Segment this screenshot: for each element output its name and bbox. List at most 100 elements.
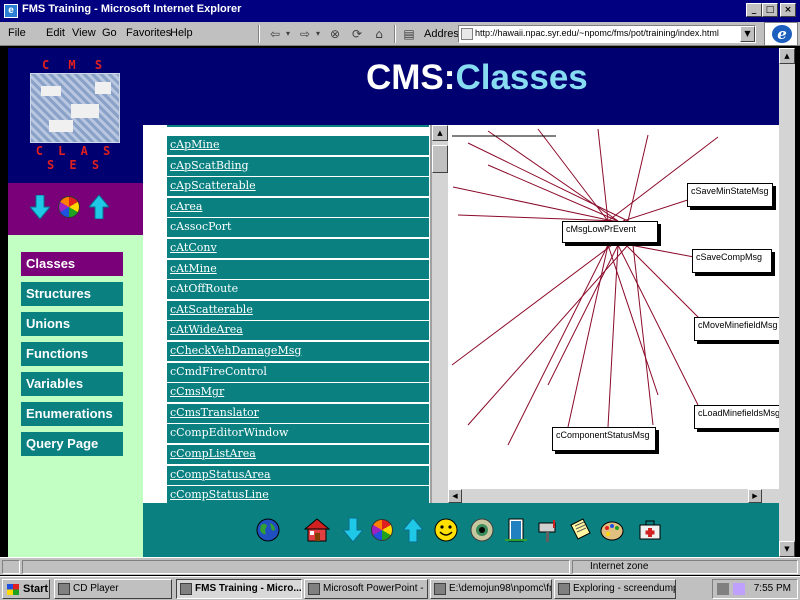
tray-app-icon[interactable] <box>733 583 745 595</box>
toolbar-separator <box>258 25 260 43</box>
scroll-right-icon[interactable]: ▶ <box>748 489 762 503</box>
menu-help[interactable]: Help <box>170 27 193 39</box>
scroll-up-icon[interactable]: ▲ <box>779 48 795 64</box>
ie-logo-icon: e <box>764 22 798 46</box>
diagram-node[interactable]: cLoadMinefieldsMsg <box>694 405 779 429</box>
forward-arrow-icon[interactable]: ⇨ <box>296 25 314 43</box>
up-arrow-icon[interactable] <box>403 517 423 543</box>
status-bar: Internet zone <box>0 557 800 575</box>
nav-icon-strip <box>8 183 143 235</box>
menu-file[interactable]: File <box>8 27 26 39</box>
diagram-node[interactable]: cComponentStatusMsg <box>552 427 656 451</box>
class-list-item[interactable]: cCompStatusArea <box>167 465 429 485</box>
class-list-item[interactable]: cAtWideArea <box>167 321 429 341</box>
house-icon[interactable] <box>303 517 331 543</box>
ie-window-icon[interactable]: e <box>4 4 18 18</box>
taskbar-task[interactable]: Microsoft PowerPoint - [P... <box>304 579 428 599</box>
class-list-item[interactable]: cCheckVehDamageMsg <box>167 342 429 361</box>
first-aid-icon[interactable] <box>637 517 663 543</box>
diagram-node-center[interactable]: cMsgLowPrEvent <box>562 221 658 243</box>
class-list-item[interactable]: cAtMine <box>167 259 429 279</box>
class-list-item[interactable]: cApMine <box>167 136 429 155</box>
bottom-icon-bar <box>143 503 779 557</box>
up-arrow-icon[interactable] <box>89 195 109 219</box>
nav-functions[interactable]: Functions <box>21 342 123 366</box>
taskbar-task[interactable]: Exploring - screendumps <box>554 579 676 599</box>
minimize-button[interactable]: _ <box>746 3 762 17</box>
speaker-icon[interactable] <box>717 583 729 595</box>
windows-logo-icon <box>7 584 19 595</box>
mailbox-icon[interactable] <box>535 517 561 543</box>
back-dropdown-icon[interactable]: ▾ <box>284 25 292 43</box>
down-arrow-icon[interactable] <box>30 195 50 219</box>
paint-palette-icon[interactable] <box>599 517 625 543</box>
class-list-item[interactable]: cApScatterable <box>167 177 429 197</box>
menu-view[interactable]: View <box>72 27 96 39</box>
notepad-icon[interactable] <box>567 517 593 543</box>
nav-structures[interactable]: Structures <box>21 282 123 306</box>
class-list-item[interactable]: cCompEditorWindow <box>167 424 429 444</box>
diagram-node[interactable]: cMoveMinefieldMsg <box>694 317 779 341</box>
class-list-item[interactable]: cCmsTranslator <box>167 403 429 423</box>
globe-icon[interactable] <box>255 517 281 543</box>
task-app-icon <box>58 583 70 595</box>
forward-dropdown-icon[interactable]: ▾ <box>314 25 322 43</box>
status-zone: Internet zone <box>590 561 649 572</box>
scroll-up-icon[interactable]: ▲ <box>432 125 448 141</box>
class-list-item[interactable]: cCompStatusLine <box>167 486 429 503</box>
diagram-vertical-scrollbar[interactable]: ▲ <box>432 125 448 489</box>
class-list-item[interactable]: cAtScatterable <box>167 300 429 320</box>
home-icon[interactable]: ⌂ <box>370 25 388 43</box>
nav-variables[interactable]: Variables <box>21 372 123 396</box>
taskbar-task[interactable]: CD Player <box>54 579 172 599</box>
scroll-thumb[interactable] <box>432 145 448 173</box>
class-list-item[interactable]: cCmsMgr <box>167 383 429 403</box>
menu-edit[interactable]: Edit <box>46 27 65 39</box>
class-list-item[interactable]: cApScatBding <box>167 156 429 176</box>
scroll-left-icon[interactable]: ◀ <box>448 489 462 503</box>
smiley-face-icon[interactable] <box>433 517 459 543</box>
page-vertical-scrollbar[interactable]: ▲ ▼ <box>779 48 795 557</box>
class-list-item[interactable]: cArea <box>167 197 429 217</box>
color-wheel-icon[interactable] <box>58 196 80 218</box>
print-icon[interactable]: ▤ <box>400 25 418 43</box>
diagram-node[interactable]: cSaveCompMsg <box>692 249 772 273</box>
status-text <box>22 560 570 574</box>
class-diagram-pane: ▲ cMsgLowPrEvent cSaveMinStateMsg cSaveC… <box>432 125 779 503</box>
left-navigation: Classes Structures Unions Functions Variable… <box>8 125 143 557</box>
diagram-node[interactable]: cSaveMinStateMsg <box>687 183 773 207</box>
refresh-icon[interactable]: ⟳ <box>348 25 366 43</box>
nav-query-page[interactable]: Query Page <box>21 432 123 456</box>
clock: 7:55 PM <box>753 583 791 594</box>
back-arrow-icon[interactable]: ⇦ <box>266 25 284 43</box>
close-button[interactable]: × <box>780 3 796 17</box>
nav-unions[interactable]: Unions <box>21 312 123 336</box>
door-icon[interactable] <box>503 517 529 543</box>
nav-enumerations[interactable]: Enumerations <box>21 402 123 426</box>
window-title: FMS Training - Microsoft Internet Explor… <box>22 3 242 15</box>
class-list-item[interactable]: cAtConv <box>167 239 429 258</box>
address-url[interactable]: http://hawaii.npac.syr.edu/~npomc/fms/po… <box>475 28 719 38</box>
menu-go[interactable]: Go <box>102 27 117 39</box>
stop-icon[interactable]: ⊗ <box>326 25 344 43</box>
class-list-item[interactable]: cAtOffRoute <box>167 280 429 300</box>
nav-classes[interactable]: Classes <box>21 252 123 276</box>
maximize-button[interactable]: □ <box>762 3 778 17</box>
diagram-horizontal-scrollbar[interactable]: ◀ ▶ <box>432 489 779 503</box>
color-wheel-icon[interactable] <box>371 519 393 541</box>
down-arrow-icon[interactable] <box>343 517 363 543</box>
window-title-bar[interactable]: e FMS Training - Microsoft Internet Expl… <box>0 0 800 22</box>
taskbar-task[interactable]: E:\demojun98\npomc\fms... <box>430 579 552 599</box>
scroll-down-icon[interactable]: ▼ <box>779 541 795 557</box>
class-list-item[interactable]: cCompListArea <box>167 445 429 464</box>
class-list-item[interactable]: cAssocPort <box>167 218 429 238</box>
taskbar-task[interactable]: FMS Training - Micro... <box>176 579 302 599</box>
system-tray: 7:55 PM <box>712 579 798 599</box>
menu-favorites[interactable]: Favorites <box>126 27 171 39</box>
eye-icon[interactable] <box>469 517 495 543</box>
start-button[interactable]: Start <box>2 579 50 599</box>
address-dropdown-icon[interactable]: ▼ <box>740 26 755 42</box>
address-input[interactable]: http://hawaii.npac.syr.edu/~npomc/fms/po… <box>458 25 756 43</box>
class-list-item[interactable]: cCmdFireControl <box>167 362 429 382</box>
class-list-item-partial[interactable] <box>167 125 429 127</box>
